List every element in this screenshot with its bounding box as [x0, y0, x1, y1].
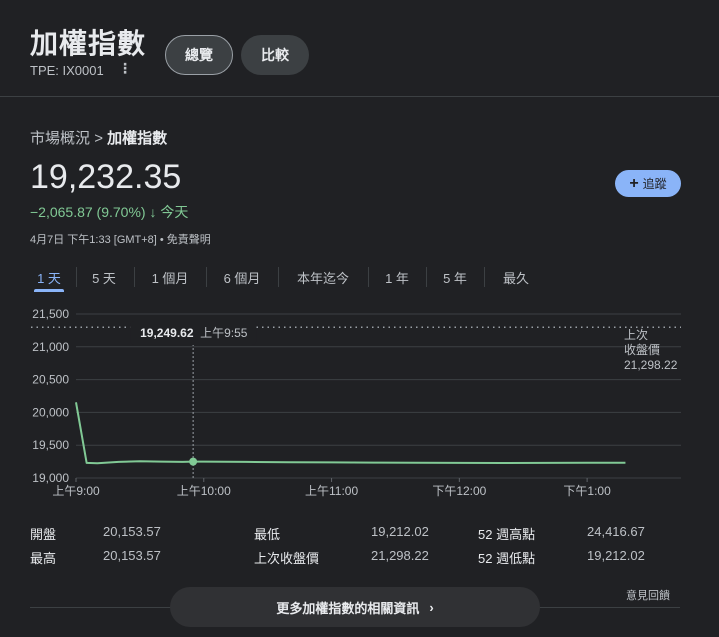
more-info-button[interactable]: 更多加權指數的相關資訊 › [170, 587, 540, 627]
change-value: −2,065.87 (9.70%) [30, 204, 146, 220]
hover-point [189, 457, 198, 466]
x-tick-label: 上午9:00 [52, 484, 100, 498]
stat-value-52w-low: 19,212.02 [587, 548, 645, 563]
follow-button[interactable]: + 追蹤 [615, 170, 681, 197]
y-tick-label: 21,000 [32, 340, 69, 354]
feedback-link[interactable]: 意見回饋 [626, 587, 670, 603]
current-price: 19,232.35 [30, 158, 182, 196]
breadcrumb-separator: > [94, 130, 103, 147]
x-tick-label: 上午11:00 [305, 484, 358, 498]
stat-label-open: 開盤 [30, 527, 57, 542]
plus-icon: + [629, 174, 639, 192]
ticker-symbol: TPE: IX0001 [30, 63, 104, 78]
previous-close-label: 收盤價 [624, 343, 660, 357]
more-info-label: 更多加權指數的相關資訊 [276, 600, 420, 616]
stat-value-prev-close: 21,298.22 [371, 548, 429, 563]
y-tick-label: 19,500 [32, 438, 69, 452]
tooltip-time: 上午9:55 [200, 326, 248, 340]
range-tab-1m[interactable]: 1 個月 [141, 262, 199, 292]
stat-label-low: 最低 [254, 527, 281, 542]
y-tick-label: 20,000 [32, 405, 69, 419]
y-tick-label: 19,000 [32, 471, 69, 485]
stat-label-52w-high: 52 週高點 [478, 527, 536, 542]
x-tick-label: 上午10:00 [177, 484, 231, 498]
app-header: 加權指數 TPE: IX0001 ⋮ 總覽 比較 [0, 0, 719, 97]
range-tab-1d[interactable]: 1 天 [28, 262, 70, 292]
price-line [75, 402, 626, 465]
previous-close-label: 21,298.22 [624, 358, 678, 372]
tab-divider [278, 267, 279, 287]
stat-label-52w-low: 52 週低點 [478, 551, 536, 566]
change-period: 今天 [160, 204, 189, 220]
x-tick-label: 下午1:00 [563, 484, 611, 498]
range-tab-6m[interactable]: 6 個月 [213, 262, 271, 292]
stat-value-low: 19,212.02 [371, 524, 429, 539]
tab-divider [426, 267, 427, 287]
page-title: 加權指數 [30, 28, 147, 59]
price-chart[interactable]: 21,50021,00020,50020,00019,50019,000上午9:… [0, 300, 719, 505]
more-options-icon[interactable]: ⋮ [118, 60, 132, 77]
tab-divider [134, 267, 135, 287]
breadcrumb-parent[interactable]: 市場概況 [30, 130, 90, 147]
tab-divider [368, 267, 369, 287]
chevron-right-icon: › [429, 599, 434, 615]
range-tab-ytd[interactable]: 本年迄今 [286, 262, 360, 292]
quote-timestamp: 4月7日 下午1:33 [GMT+8] • 免責聲明 [30, 234, 211, 246]
follow-label: 追蹤 [642, 177, 667, 191]
tab-overview[interactable]: 總覽 [165, 35, 233, 75]
stat-value-open: 20,153.57 [103, 524, 161, 539]
breadcrumb-current: 加權指數 [107, 130, 168, 147]
stat-value-high: 20,153.57 [103, 548, 161, 563]
previous-close-label: 上次 [624, 328, 648, 342]
range-tab-5y[interactable]: 5 年 [434, 262, 476, 292]
x-tick-label: 下午12:00 [432, 484, 486, 498]
stat-label-prev-close: 上次收盤價 [254, 551, 320, 566]
y-tick-label: 21,500 [32, 307, 69, 321]
y-tick-label: 20,500 [32, 373, 69, 387]
price-change: −2,065.87 (9.70%) ↓ 今天 [30, 202, 188, 222]
stat-label-high: 最高 [30, 551, 57, 566]
stat-value-52w-high: 24,416.67 [587, 524, 645, 539]
range-tab-max[interactable]: 最久 [493, 262, 539, 292]
tab-divider [76, 267, 77, 287]
tab-compare[interactable]: 比較 [241, 35, 309, 75]
breadcrumb: 市場概況 > 加權指數 [30, 127, 167, 148]
tab-divider [206, 267, 207, 287]
down-arrow-icon: ↓ [149, 204, 157, 220]
tooltip-value: 19,249.62 [140, 326, 194, 340]
range-tab-1y[interactable]: 1 年 [376, 262, 418, 292]
range-tab-5d[interactable]: 5 天 [83, 262, 125, 292]
tab-divider [484, 267, 485, 287]
